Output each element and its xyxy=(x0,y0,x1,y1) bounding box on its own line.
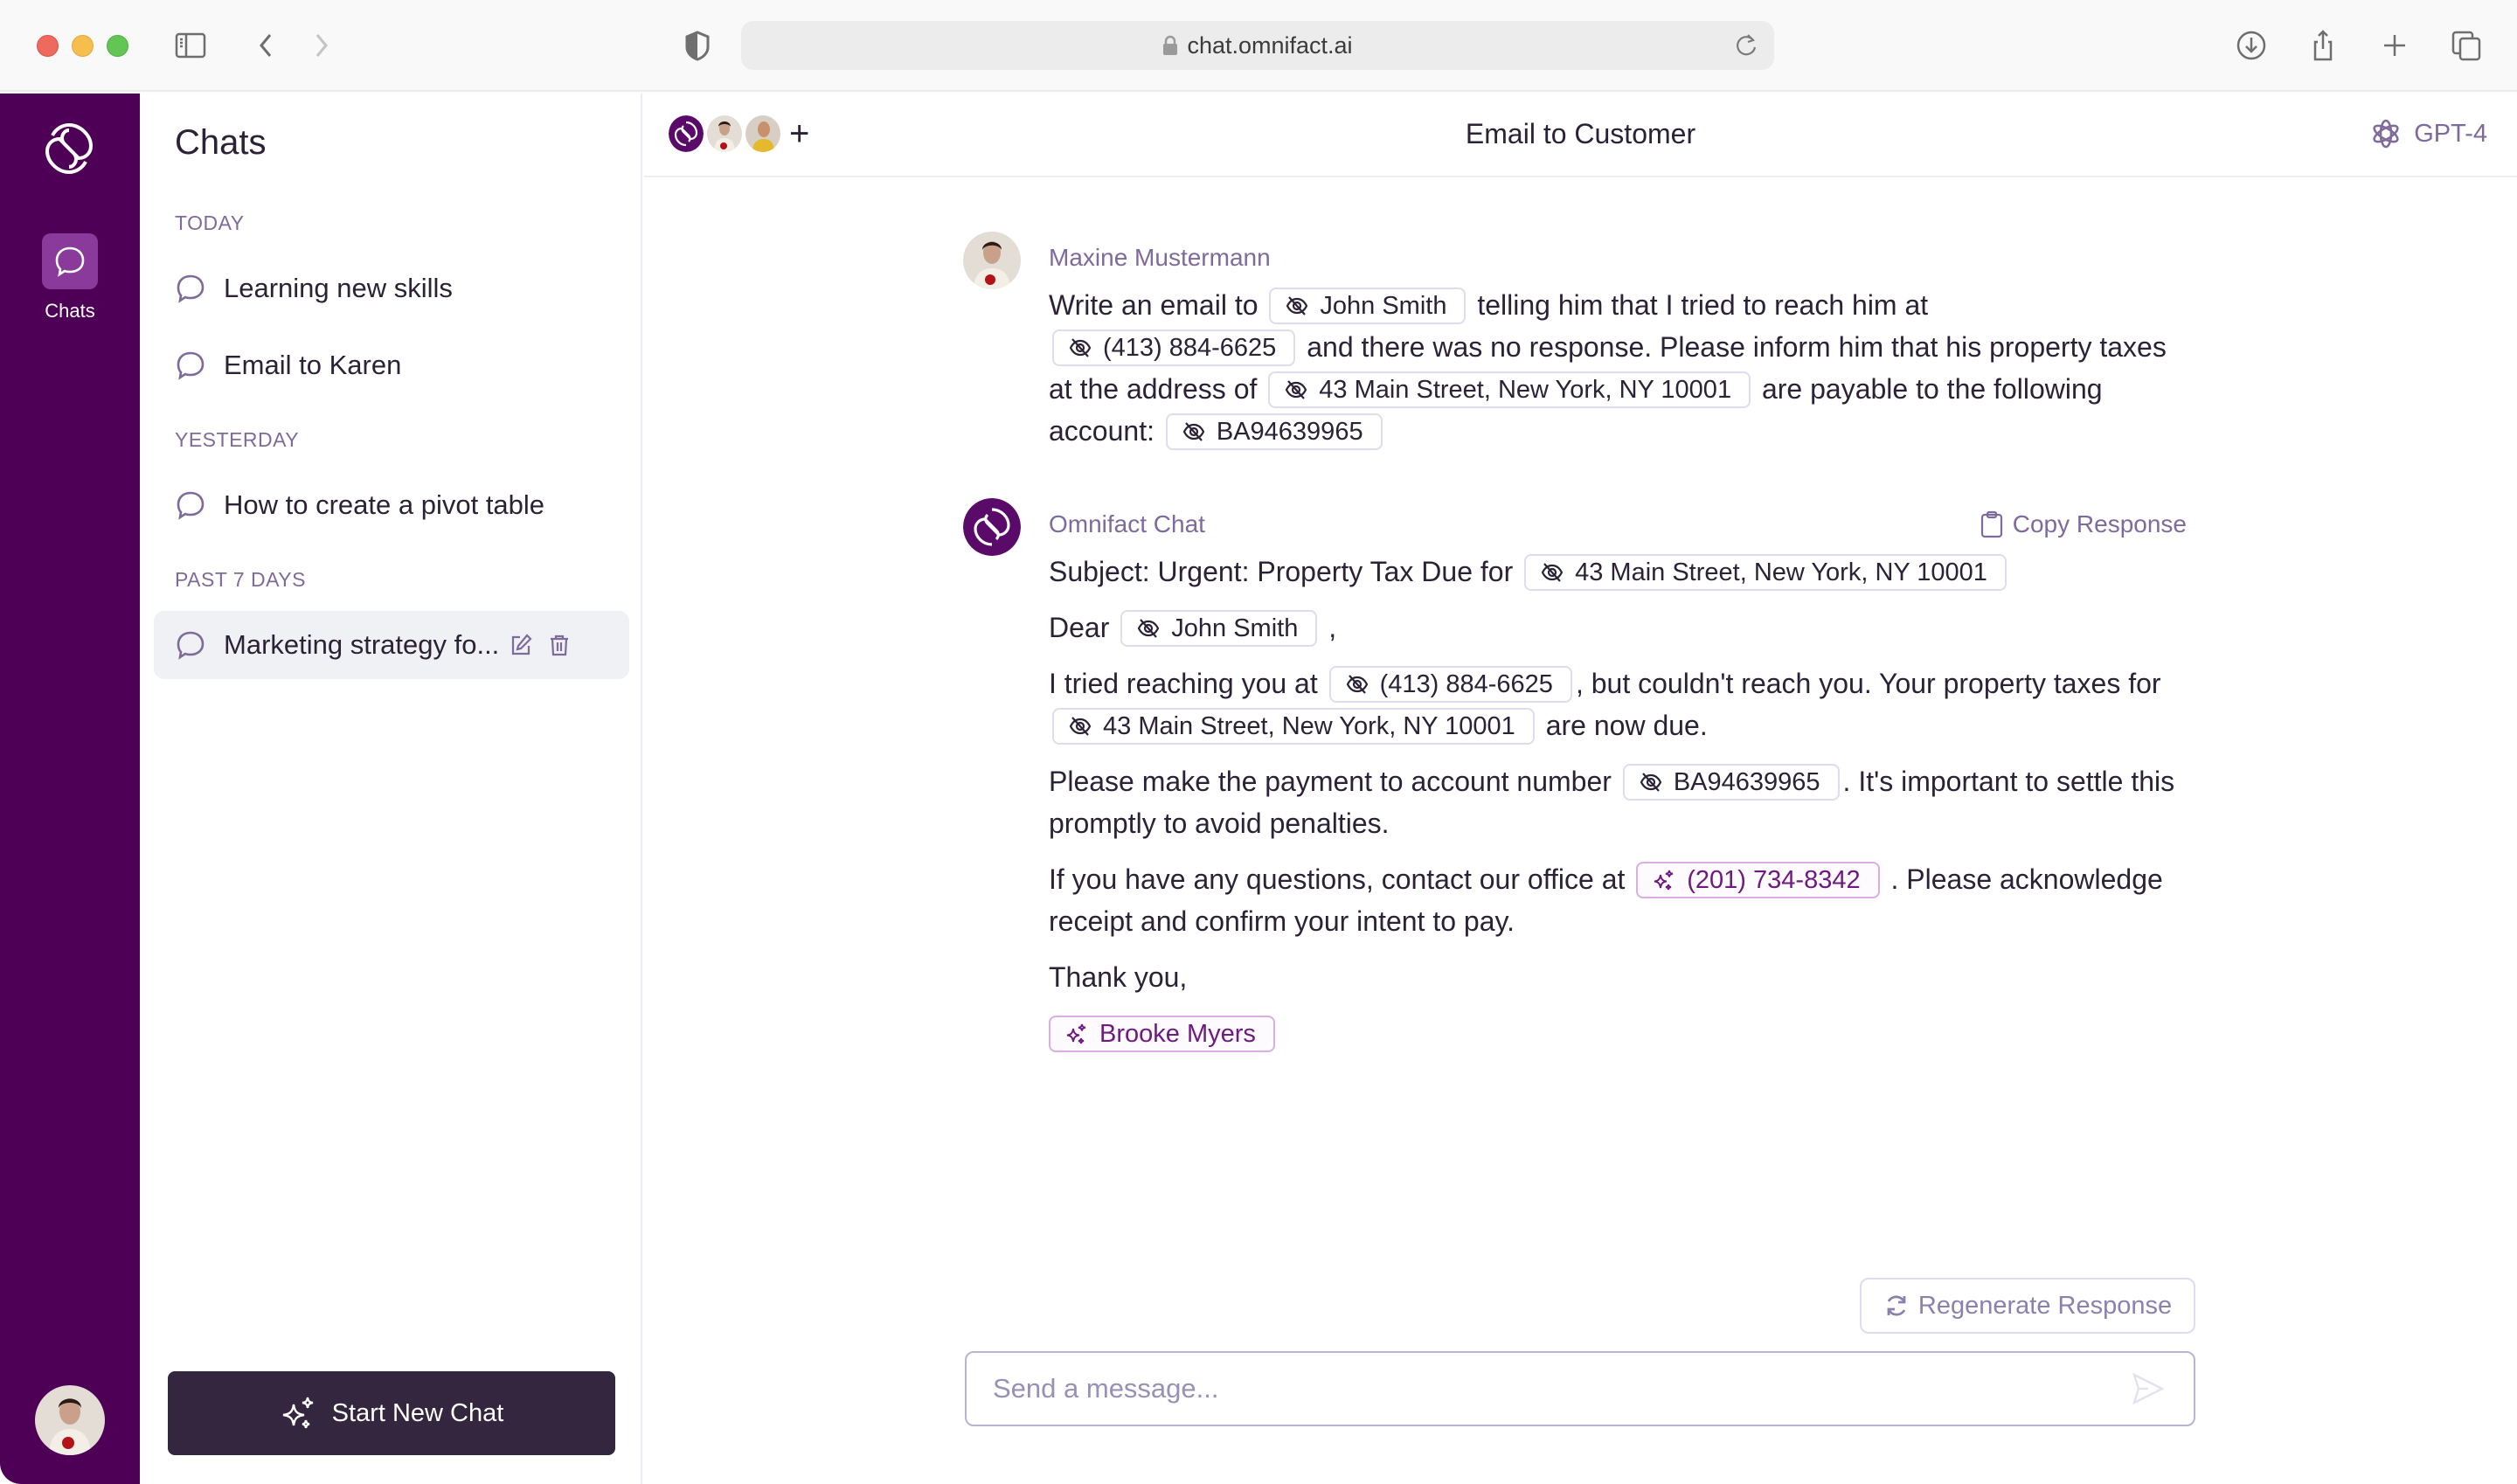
chat-bubble-icon xyxy=(177,491,205,520)
message-text: telling him that I tried to reach him at xyxy=(1477,289,1929,321)
section-label-past-7-days: PAST 7 DAYS xyxy=(175,568,306,591)
section-label-yesterday: YESTERDAY xyxy=(175,428,300,451)
message-author: Omnifact Chat xyxy=(1049,510,1205,537)
chat-list-item[interactable]: Email to Karen xyxy=(154,331,629,399)
email-greeting: Dear John Smith , xyxy=(1049,607,2185,648)
chat-bubble-icon xyxy=(177,631,205,660)
redacted-chip-name[interactable]: John Smith xyxy=(1120,609,1318,647)
lock-icon xyxy=(1163,35,1178,55)
tab-overview-icon[interactable] xyxy=(2447,26,2486,65)
chat-item-actions xyxy=(508,632,572,658)
chat-list-item[interactable]: Learning new skills xyxy=(154,254,629,322)
chat-bubble-icon xyxy=(177,274,205,303)
chat-title: Learning new skills xyxy=(224,273,453,303)
back-icon[interactable] xyxy=(246,26,285,65)
rail-chats-icon-box xyxy=(42,233,98,289)
send-icon[interactable] xyxy=(2129,1370,2167,1408)
message-text: Write an email to xyxy=(1049,289,1258,321)
user-avatar[interactable] xyxy=(35,1385,105,1455)
email-subject: Subject: Urgent: Property Tax Due for 43… xyxy=(1049,551,2185,593)
eye-off-icon xyxy=(1069,716,1092,736)
model-name: GPT-4 xyxy=(2414,119,2487,148)
message-input[interactable] xyxy=(993,1373,2129,1404)
chat-title: Marketing strategy fo... xyxy=(224,629,500,660)
redacted-chip-name[interactable]: John Smith xyxy=(1269,287,1467,324)
eye-off-icon xyxy=(1346,674,1368,694)
chat-title: Email to Karen xyxy=(224,350,402,380)
eye-off-icon xyxy=(1138,618,1160,638)
regenerate-response-label: Regenerate Response xyxy=(1917,1291,2173,1320)
email-closing: Thank you, xyxy=(1049,961,1188,993)
assistant-message: Omnifact Chat Copy Response Subject: Urg… xyxy=(963,498,2195,1075)
rail-item-chats[interactable]: Chats xyxy=(30,233,110,322)
edit-icon[interactable] xyxy=(508,632,534,658)
window-minimize-button[interactable] xyxy=(72,35,94,57)
sparkles-icon xyxy=(282,1397,313,1429)
chat-list-item[interactable]: How to create a pivot table xyxy=(154,471,629,539)
chat-title: How to create a pivot table xyxy=(224,489,545,520)
address-bar[interactable]: chat.omnifact.ai xyxy=(741,21,1774,70)
share-icon[interactable] xyxy=(2304,26,2342,65)
copy-response-button[interactable]: Copy Response xyxy=(1980,510,2187,538)
eye-off-icon xyxy=(1286,379,1307,399)
reload-icon[interactable] xyxy=(1730,30,1762,61)
app-rail: Chats xyxy=(0,94,140,1484)
assistant-avatar xyxy=(963,498,1021,556)
user-message-avatar xyxy=(963,232,1021,289)
eye-off-icon xyxy=(1541,562,1564,582)
section-label-today: TODAY xyxy=(175,212,245,234)
model-selector[interactable]: GPT-4 xyxy=(2368,116,2487,151)
redacted-chip-address[interactable]: 43 Main Street, New York, NY 10001 xyxy=(1268,371,1751,408)
generated-chip-signature[interactable]: Brooke Myers xyxy=(1049,1015,1275,1052)
redacted-chip-phone[interactable]: (413) 884-6625 xyxy=(1052,329,1296,366)
redacted-chip-account[interactable]: BA94639965 xyxy=(1622,763,1840,801)
redacted-chip-phone[interactable]: (413) 884-6625 xyxy=(1328,665,1572,703)
privacy-shield-icon[interactable] xyxy=(678,26,717,65)
email-paragraph: I tried reaching you at (413) 884-6625, … xyxy=(1049,662,2185,746)
redacted-chip-address[interactable]: 43 Main Street, New York, NY 10001 xyxy=(1052,707,1535,745)
chat-bubble-icon xyxy=(55,246,85,277)
start-new-chat-button[interactable]: Start New Chat xyxy=(168,1371,615,1455)
copy-response-label: Copy Response xyxy=(2012,510,2187,537)
openai-logo-icon xyxy=(2373,119,2399,149)
window-zoom-button[interactable] xyxy=(107,35,128,57)
regenerate-response-button[interactable]: Regenerate Response xyxy=(1860,1278,2195,1334)
rail-item-label: Chats xyxy=(45,300,95,322)
chat-header: + Email to Customer GPT-4 xyxy=(644,94,2517,177)
window-close-button[interactable] xyxy=(37,35,59,57)
browser-toolbar: chat.omnifact.ai xyxy=(0,0,2517,92)
refresh-icon xyxy=(1887,1295,1906,1316)
url-text: chat.omnifact.ai xyxy=(1187,31,1353,59)
eye-off-icon xyxy=(1182,421,1205,441)
redacted-chip-address[interactable]: 43 Main Street, New York, NY 10001 xyxy=(1524,553,2007,591)
eye-off-icon xyxy=(1640,772,1662,792)
forward-icon[interactable] xyxy=(302,26,341,65)
email-paragraph: Please make the payment to account numbe… xyxy=(1049,760,2185,844)
chats-panel: Chats TODAY Learning new skills Email to… xyxy=(140,94,642,1484)
chat-bubble-icon xyxy=(177,351,205,380)
sparkles-icon xyxy=(1654,870,1674,890)
message-body: Write an email to John Smith telling him… xyxy=(1049,284,2185,452)
chat-title: Email to Customer xyxy=(1465,118,1696,149)
redacted-chip-account[interactable]: BA94639965 xyxy=(1165,413,1383,450)
downloads-icon[interactable] xyxy=(2232,26,2271,65)
message-author: Maxine Mustermann xyxy=(1049,244,1271,271)
omnifact-logo-icon[interactable] xyxy=(40,120,98,177)
user-message: Maxine Mustermann Write an email to John… xyxy=(963,232,2195,468)
generated-chip-phone[interactable]: (201) 734-8342 xyxy=(1636,861,1880,898)
email-paragraph: If you have any questions, contact our o… xyxy=(1049,858,2185,942)
sparkles-icon xyxy=(1066,1023,1086,1044)
message-body: Subject: Urgent: Property Tax Due for 43… xyxy=(1049,551,2185,1068)
start-new-chat-label: Start New Chat xyxy=(331,1398,504,1427)
eye-off-icon xyxy=(1069,337,1092,357)
email-signature: Brooke Myers xyxy=(1049,1012,2185,1054)
message-composer xyxy=(965,1351,2195,1426)
chat-list-item-active[interactable]: Marketing strategy fo... xyxy=(154,611,629,679)
eye-off-icon xyxy=(1286,295,1308,316)
panel-title: Chats xyxy=(175,123,267,162)
sidebar-toggle-icon[interactable] xyxy=(171,26,210,65)
clipboard-icon xyxy=(1980,510,2002,538)
new-tab-icon[interactable] xyxy=(2375,26,2414,65)
delete-icon[interactable] xyxy=(546,632,572,658)
